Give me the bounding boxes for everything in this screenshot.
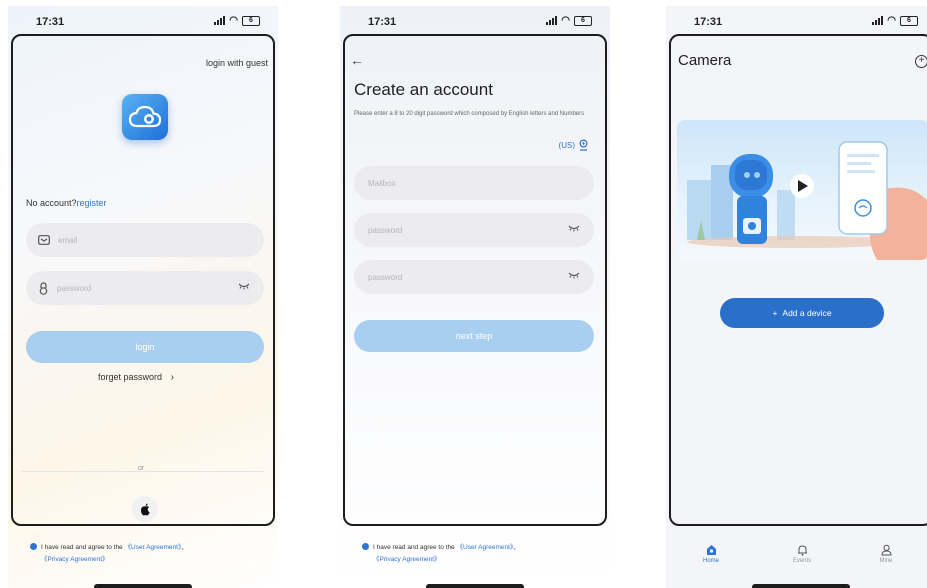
agreement-separator: 、	[181, 544, 188, 551]
no-account-row: No account?register	[26, 198, 107, 208]
tab-home[interactable]: Home	[681, 542, 741, 564]
login-screen: 17:31 ◠ 6 login with guest No account?re…	[8, 6, 278, 588]
chevron-right-icon: ›	[170, 372, 174, 383]
doorbell-illustration-banner	[677, 120, 927, 260]
eye-closed-icon[interactable]	[568, 272, 580, 281]
status-time: 17:31	[36, 16, 65, 28]
password-field[interactable]: password	[26, 271, 264, 305]
lock-icon	[38, 281, 49, 295]
apple-icon	[140, 503, 150, 515]
privacy-agreement-link[interactable]: 《Privacy Agreement》	[41, 556, 109, 563]
battery-icon: 6	[900, 15, 918, 26]
home-indicator	[752, 584, 850, 588]
tab-home-label: Home	[702, 558, 719, 564]
password-hint: Please enter a 8 to 20 digit password wh…	[354, 111, 585, 117]
home-indicator	[94, 584, 192, 588]
status-time: 17:31	[694, 16, 723, 28]
wifi-icon: ◠	[887, 15, 896, 26]
mail-icon	[38, 235, 50, 245]
agreement-checkbox[interactable]	[30, 543, 37, 550]
bell-icon	[772, 542, 832, 558]
forget-password-label: forget password	[98, 372, 163, 382]
mailbox-placeholder: Mailbox	[368, 178, 396, 188]
login-button[interactable]: login	[26, 331, 264, 363]
person-icon	[856, 542, 916, 558]
password-placeholder: password	[368, 225, 403, 235]
status-bar: 17:31 ◠ 6	[8, 14, 278, 30]
no-account-text: No account?	[26, 198, 77, 208]
agreement-row: I have read and agree to the 《User Agree…	[362, 542, 602, 566]
privacy-agreement-link[interactable]: 《Privacy Agreement》	[373, 556, 441, 563]
eye-closed-icon[interactable]	[568, 225, 580, 234]
status-bar: 17:31 ◠ 6	[340, 14, 610, 30]
email-field[interactable]: email	[26, 223, 264, 257]
doorbell-illustration	[687, 141, 927, 260]
signal-icon	[214, 16, 226, 25]
tab-events[interactable]: Events	[772, 542, 832, 564]
agreement-row: I have read and agree to the 《User Agree…	[30, 542, 270, 566]
agreement-separator: 、	[513, 544, 520, 551]
add-device-button[interactable]: + Add a device	[720, 298, 884, 328]
battery-icon: 6	[242, 15, 260, 26]
agreement-text: I have read and agree to the	[373, 544, 455, 551]
back-arrow-icon[interactable]: ←	[350, 52, 364, 68]
home-icon	[681, 542, 741, 558]
agreement-checkbox[interactable]	[362, 543, 369, 550]
mailbox-field[interactable]: Mailbox	[354, 166, 594, 200]
home-indicator	[426, 584, 524, 588]
user-agreement-link[interactable]: 《User Agreement》	[457, 544, 514, 551]
password-field[interactable]: password	[354, 213, 594, 247]
wifi-icon: ◠	[561, 15, 570, 26]
signal-icon	[872, 16, 884, 25]
eye-closed-icon[interactable]	[238, 283, 250, 292]
plus-icon: +	[772, 308, 778, 318]
bottom-tab-bar: Home Events Mine	[666, 532, 927, 576]
status-bar: 17:31 ◠ 6	[666, 14, 927, 30]
forget-password-link[interactable]: forget password ›	[98, 372, 174, 383]
user-agreement-link[interactable]: 《User Agreement》	[125, 544, 182, 551]
page-title: Camera	[678, 52, 732, 69]
agreement-text: I have read and agree to the	[41, 544, 123, 551]
password-placeholder: password	[57, 283, 92, 293]
login-with-guest-link[interactable]: login with guest	[206, 58, 268, 68]
tab-events-label: Events	[792, 558, 812, 564]
region-selector[interactable]: (US)	[559, 139, 588, 151]
next-step-button[interactable]: next step	[354, 320, 594, 352]
screen-frame	[669, 34, 927, 526]
email-placeholder: email	[58, 235, 78, 245]
add-circle-icon[interactable]: +	[915, 55, 927, 68]
app-logo	[122, 94, 168, 140]
tab-mine[interactable]: Mine	[856, 542, 916, 564]
or-divider-text: or	[138, 465, 145, 472]
cloud-camera-icon	[128, 105, 162, 128]
add-device-label: Add a device	[782, 308, 832, 318]
camera-screen: 17:31 ◠ 6 Camera + + Add a device Home E…	[666, 6, 927, 588]
confirm-password-placeholder: password	[368, 272, 403, 282]
wifi-icon: ◠	[229, 15, 238, 26]
region-code: (US)	[558, 140, 575, 150]
location-pin-icon	[579, 139, 588, 151]
battery-icon: 6	[574, 15, 592, 26]
register-screen: 17:31 ◠ 6 ← Create an account Please ent…	[340, 6, 610, 588]
status-time: 17:31	[368, 16, 397, 28]
tab-mine-label: Mine	[879, 558, 893, 564]
apple-login-button[interactable]	[132, 496, 158, 522]
register-link[interactable]: register	[77, 198, 107, 208]
page-title: Create an account	[354, 80, 493, 99]
confirm-password-field[interactable]: password	[354, 260, 594, 294]
signal-icon	[546, 16, 558, 25]
